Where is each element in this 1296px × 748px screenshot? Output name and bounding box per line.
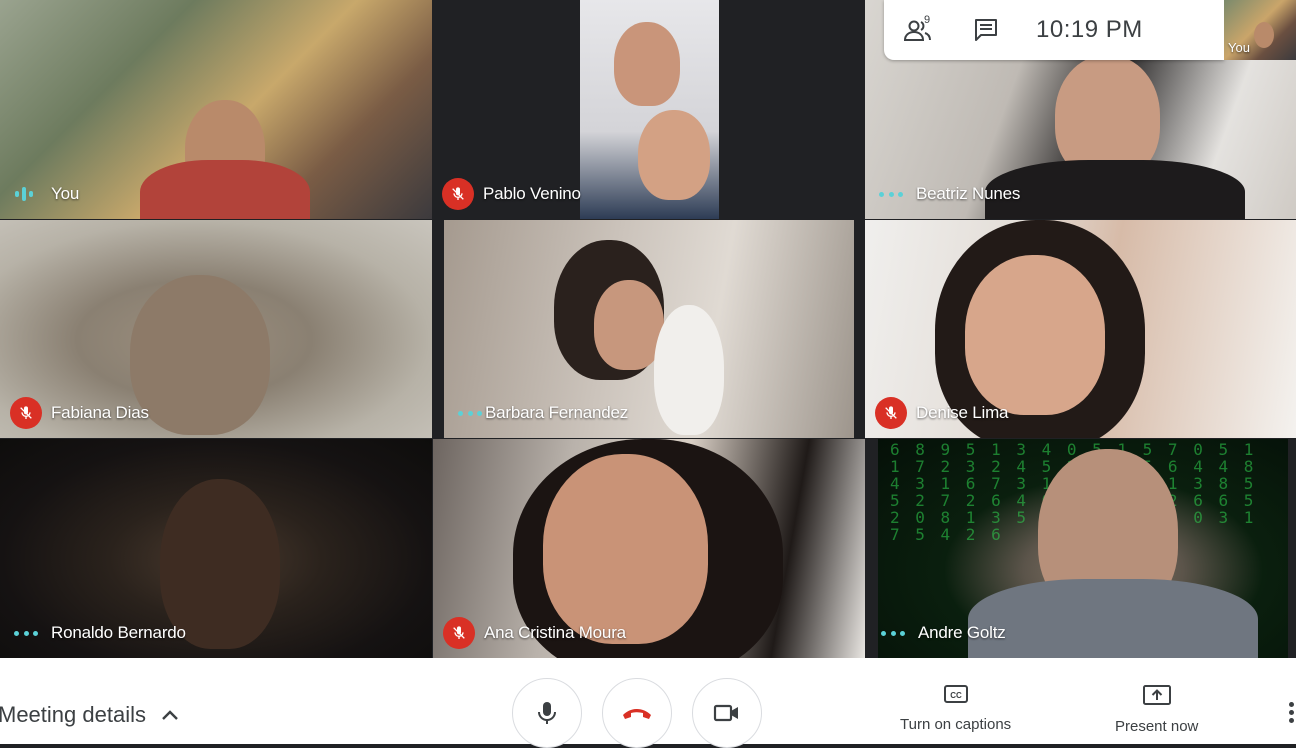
tile-denise-lima[interactable]: Denise Lima	[865, 220, 1296, 438]
chat-icon	[975, 19, 997, 41]
tile-ronaldo-bernardo[interactable]: Ronaldo Bernardo	[0, 439, 432, 658]
participant-name: Denise Lima	[916, 403, 1009, 422]
present-now-button[interactable]: Present now	[1115, 684, 1198, 735]
participant-video	[130, 275, 270, 435]
tile-ana-cristina-moura[interactable]: Ana Cristina Moura	[433, 439, 865, 658]
microphone-icon	[538, 702, 556, 724]
leave-call-button[interactable]	[602, 678, 672, 748]
participant-face	[543, 454, 708, 644]
meeting-clock: 10:19 PM	[1036, 16, 1143, 43]
participant-name: Ana Cristina Moura	[484, 623, 626, 642]
self-view-face	[1254, 22, 1274, 48]
camera-button[interactable]	[692, 678, 762, 748]
chevron-up-icon	[162, 710, 178, 720]
closed-captions-icon: CC	[943, 685, 968, 703]
self-view-label: You	[1228, 40, 1250, 55]
participant-count: 9	[924, 14, 931, 26]
present-screen-icon	[1142, 685, 1171, 705]
microphone-off-icon	[442, 178, 474, 210]
more-options-icon	[458, 409, 482, 417]
cat	[654, 305, 724, 435]
svg-text:CC: CC	[950, 691, 962, 700]
tile-andre-goltz[interactable]: 6 8 9 5 1 3 4 0 5 1 5 7 0 5 1 1 7 2 3 2 …	[878, 439, 1288, 658]
microphone-off-icon	[10, 397, 42, 429]
tile-pablo-venino[interactable]: Pablo Venino	[432, 0, 865, 219]
participant-name: Barbara Fernandez	[485, 403, 629, 422]
participant-video-body	[985, 160, 1245, 219]
captions-button[interactable]: CC Turn on captions	[900, 684, 1011, 733]
more-options-icon	[14, 629, 38, 637]
meeting-details-label: Meeting details	[0, 702, 146, 727]
participant-name: Andre Goltz	[918, 623, 1006, 642]
participant-name: Beatriz Nunes	[916, 184, 1021, 203]
participant-video	[580, 0, 719, 219]
more-options-icon	[879, 190, 903, 198]
video-grid: You Pablo Venino Beatriz Nunes Fabiana D…	[0, 0, 1296, 658]
captions-label: Turn on captions	[900, 716, 1012, 733]
bottom-control-bar: Meeting details CC Turn on captions Pres…	[0, 658, 1296, 748]
microphone-off-icon	[443, 617, 475, 649]
microphone-button[interactable]	[512, 678, 582, 748]
hang-up-icon	[623, 709, 651, 719]
speaking-indicator-icon	[15, 187, 37, 201]
present-label: Present now	[1115, 718, 1199, 735]
participants-button[interactable]: 9	[884, 0, 952, 60]
meeting-details-button[interactable]: Meeting details	[0, 702, 180, 728]
meeting-info-card: 9 10:19 PM	[884, 0, 1224, 60]
participant-name: Pablo Venino	[483, 184, 581, 203]
participant-video-body	[140, 160, 310, 219]
self-view-thumbnail[interactable]: You	[1224, 0, 1296, 60]
tile-you[interactable]: You	[0, 0, 432, 219]
microphone-off-icon	[875, 397, 907, 429]
participant-name: Ronaldo Bernardo	[51, 623, 186, 642]
tile-barbara-fernandez[interactable]: Barbara Fernandez	[444, 220, 854, 438]
participant-name: You	[51, 184, 80, 203]
participant-video-body	[968, 579, 1258, 658]
video-camera-icon	[713, 704, 738, 722]
more-options-menu-icon[interactable]	[1289, 702, 1294, 723]
tile-fabiana-dias[interactable]: Fabiana Dias	[0, 220, 432, 438]
more-options-icon	[881, 629, 905, 637]
participant-face	[965, 255, 1105, 415]
chat-button[interactable]	[952, 0, 1020, 60]
participant-name: Fabiana Dias	[51, 403, 149, 422]
